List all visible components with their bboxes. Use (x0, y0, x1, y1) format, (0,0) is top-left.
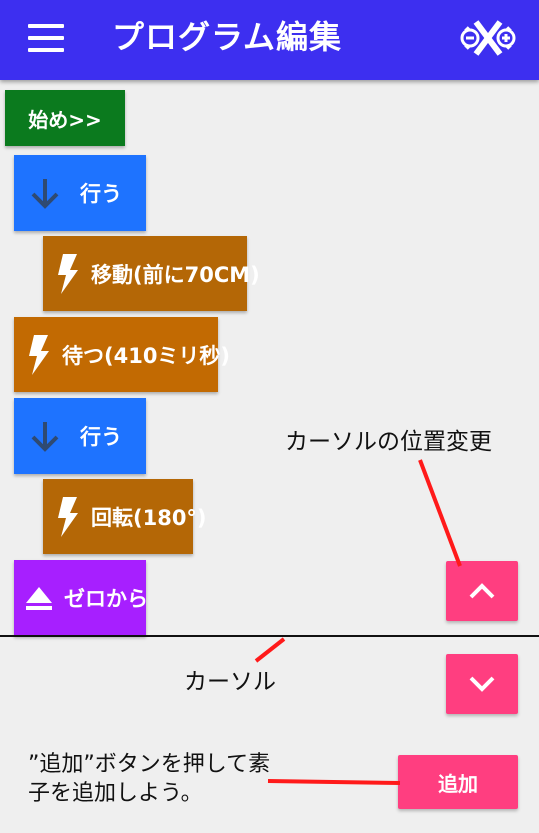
cursor-pointer (254, 637, 286, 663)
add-pointer (267, 779, 401, 785)
cursor-move-pointer (418, 459, 462, 567)
annotation-lines (254, 459, 462, 785)
